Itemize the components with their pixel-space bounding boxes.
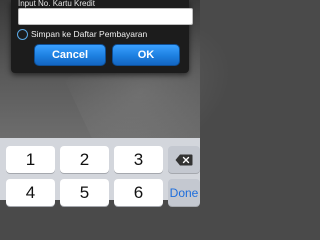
key-4[interactable]: 4 (6, 179, 55, 206)
key-5[interactable]: 5 (60, 179, 109, 206)
key-3[interactable]: 3 (114, 146, 163, 173)
ok-button[interactable]: OK (112, 44, 180, 66)
backspace-key[interactable] (168, 146, 200, 173)
save-checkbox-label: Simpan ke Daftar Pembayaran (31, 29, 148, 39)
cancel-button[interactable]: Cancel (34, 44, 106, 66)
save-checkbox[interactable] (17, 28, 28, 40)
card-input-dialog: Input No. Kartu Kredit Simpan ke Daftar … (11, 0, 193, 73)
card-number-input[interactable] (18, 8, 193, 25)
key-1[interactable]: 1 (6, 146, 55, 173)
card-number-label: Input No. Kartu Kredit (18, 0, 95, 8)
backspace-icon (175, 154, 193, 166)
done-key[interactable]: Done (168, 179, 200, 206)
key-6[interactable]: 6 (114, 179, 163, 206)
save-to-payment-list-row[interactable]: Simpan ke Daftar Pembayaran (17, 28, 147, 40)
key-2[interactable]: 2 (60, 146, 109, 173)
numeric-keyboard: 1 2 3 4 5 6 Done (0, 138, 200, 206)
